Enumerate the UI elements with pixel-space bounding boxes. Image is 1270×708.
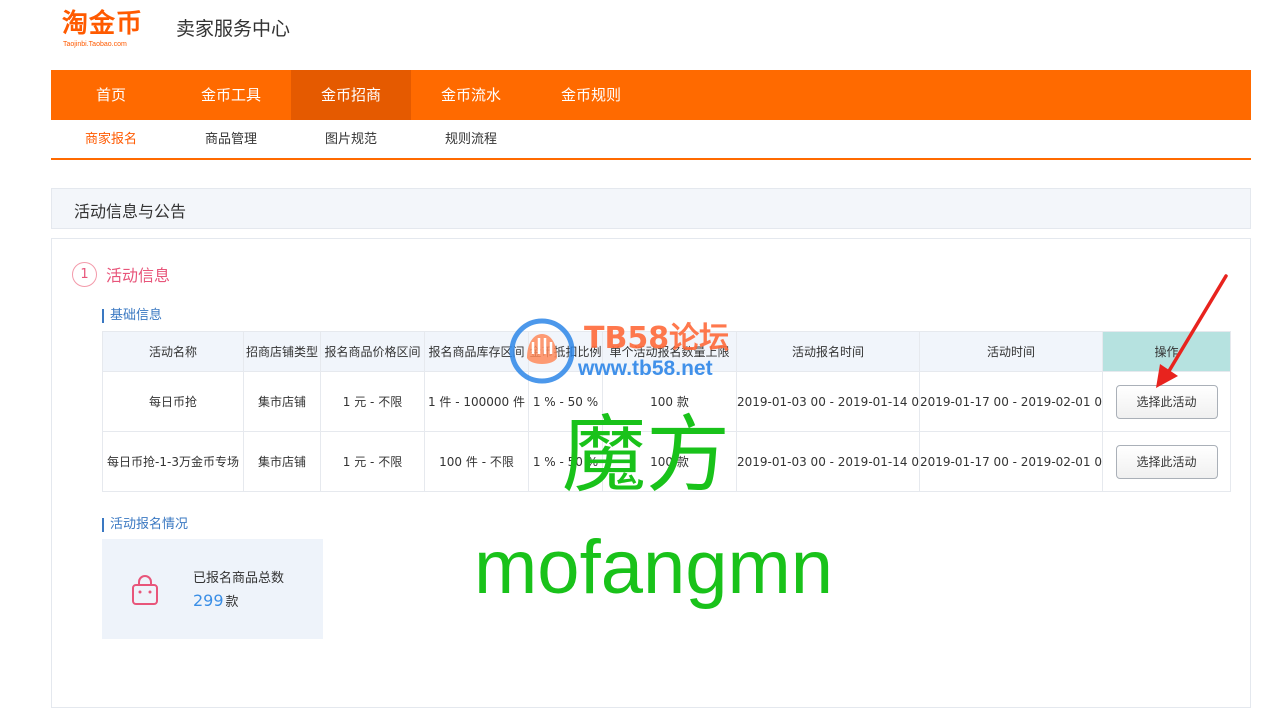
red-arrow-annotation	[1156, 274, 1228, 388]
table-cell: 2019-01-03 00 - 2019-01-14 00	[736, 431, 920, 492]
select-activity-button[interactable]: 选择此活动	[1115, 444, 1218, 479]
tab-image-spec[interactable]: 图片规范	[291, 120, 411, 158]
tb58-logo-icon	[509, 318, 575, 384]
logo-text: 淘金币	[62, 9, 144, 39]
tab-product-management[interactable]: 商品管理	[171, 120, 291, 158]
table-cell: 1 元 - 不限	[320, 431, 425, 492]
nav-coin-rules[interactable]: 金币规则	[531, 70, 651, 120]
watermark-text-en: mofangmn	[474, 525, 834, 610]
step-heading: 1 活动信息	[72, 261, 170, 287]
table-cell: 每日币抢-1-3万金币专场	[102, 431, 244, 492]
stats-value: 299	[193, 591, 224, 610]
section-header: 活动信息与公告	[51, 188, 1251, 229]
tab-rule-process[interactable]: 规则流程	[411, 120, 531, 158]
table-cell: 集市店铺	[243, 371, 321, 432]
site-title: 卖家服务中心	[176, 18, 291, 40]
signup-stats-card: 已报名商品总数 299 款	[102, 539, 323, 639]
table-cell-action: 选择此活动	[1102, 431, 1231, 492]
signup-status-title: 活动报名情况	[102, 518, 188, 532]
watermark-site-url: www.tb58.net	[578, 357, 713, 380]
nav-coin-tools[interactable]: 金币工具	[171, 70, 291, 120]
table-cell: 2019-01-03 00 - 2019-01-14 00	[736, 371, 920, 432]
step-number: 1	[72, 261, 97, 287]
watermark-text-cn: 魔方	[562, 406, 731, 504]
table-cell: 2019-01-17 00 - 2019-02-01 00	[919, 431, 1103, 492]
column-header: 报名商品价格区间	[320, 331, 425, 372]
section-title: 活动信息与公告	[74, 202, 187, 221]
step-label: 活动信息	[106, 266, 171, 285]
table-cell: 100 件 - 不限	[424, 431, 529, 492]
column-header: 活动时间	[919, 331, 1103, 372]
column-header: 活动名称	[102, 331, 244, 372]
table-cell: 1 元 - 不限	[320, 371, 425, 432]
table-cell: 集市店铺	[243, 431, 321, 492]
main-nav: 首页 金币工具 金币招商 金币流水 金币规则	[51, 70, 1251, 120]
sub-nav: 商家报名 商品管理 图片规范 规则流程	[51, 120, 1251, 160]
nav-coin-recruit[interactable]: 金币招商	[291, 70, 411, 120]
stats-value-wrap: 299 款	[193, 591, 239, 610]
stats-unit: 款	[225, 595, 239, 610]
table-cell: 2019-01-17 00 - 2019-02-01 00	[919, 371, 1103, 432]
nav-home[interactable]: 首页	[51, 70, 171, 120]
column-header: 活动报名时间	[736, 331, 920, 372]
basic-info-title: 基础信息	[102, 309, 162, 323]
tab-merchant-signup[interactable]: 商家报名	[51, 120, 171, 158]
table-cell: 每日币抢	[102, 371, 244, 432]
nav-coin-flow[interactable]: 金币流水	[411, 70, 531, 120]
taojinbi-logo[interactable]: 淘金币 Taojinbi.Taobao.com	[62, 8, 172, 50]
stats-label: 已报名商品总数	[193, 571, 285, 586]
shopping-bag-icon	[132, 575, 158, 605]
logo-subtext: Taojinbi.Taobao.com	[63, 41, 127, 48]
header: 淘金币 Taojinbi.Taobao.com 卖家服务中心	[0, 0, 1270, 70]
watermark-site-name: TB58论坛	[584, 321, 730, 356]
column-header: 招商店铺类型	[243, 331, 321, 372]
